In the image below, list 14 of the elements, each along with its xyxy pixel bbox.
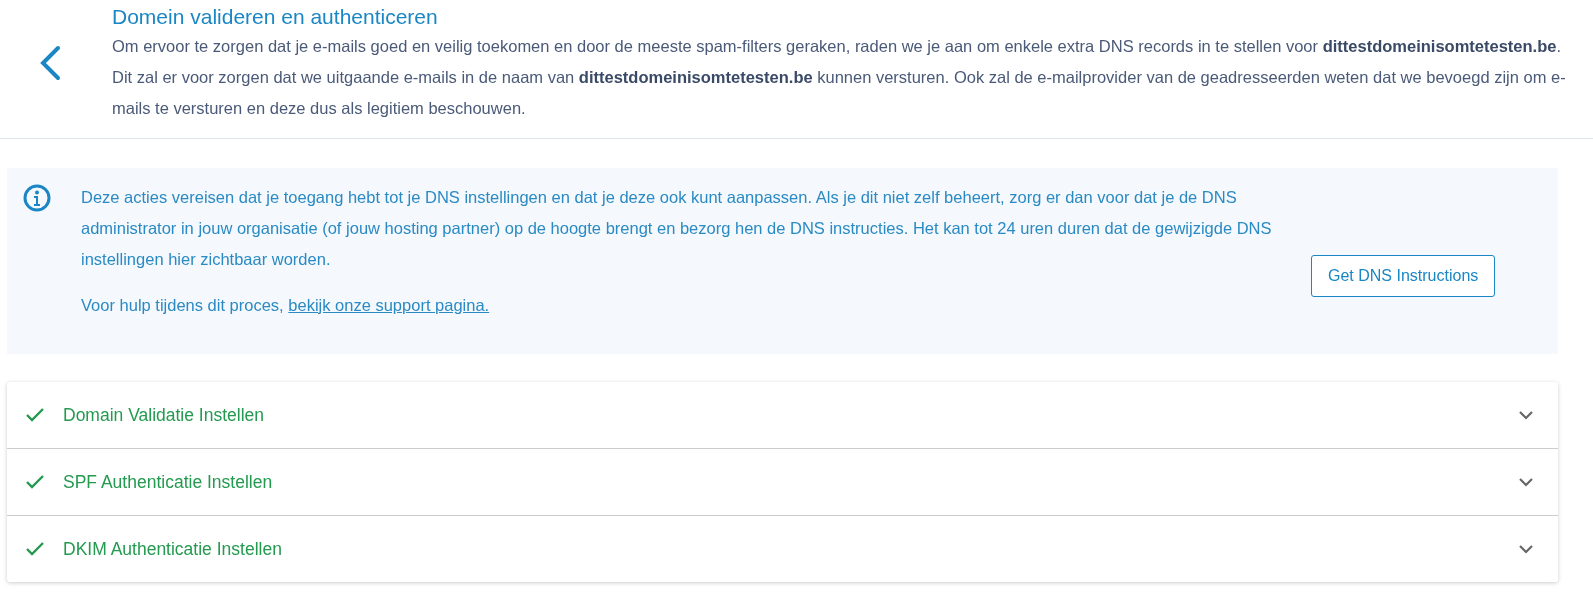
step-label: Domain Validatie Instellen xyxy=(63,404,266,426)
help-text: Voor hulp tijdens dit proces, xyxy=(81,296,284,314)
support-link[interactable]: bekijk onze support pagina. xyxy=(288,296,490,314)
back-chevron-icon xyxy=(39,44,61,81)
page-title: Domein valideren en authenticeren xyxy=(112,4,439,29)
dns-instructions-button[interactable]: Get DNS Instructions xyxy=(1311,255,1496,297)
info-icon xyxy=(23,184,51,212)
page-description: Om ervoor te zorgen dat je e-mails goed en veilig toekomen en door de meeste spam-filters geraken, raden we je aan om enkele extra DNS records in te stellen voor dittestdomeinisomtetesten.be. Dit zal er voor zorgen dat we uitgaande e-mails in de naam van dittestdomeinisomtetesten.be kunnen versturen. Ook zal de e-mailprovider van de geadresseerden weten dat we bevoegd zijn om e-mails te versturen en deze dus als legitiem beschouwen. xyxy=(112,35,1567,119)
step-label: SPF Authenticatie Instellen xyxy=(63,471,274,493)
info-text: Deze acties vereisen dat je toegang hebt tot je DNS instellingen en dat je deze ook kunt aanpassen. Als je dit niet zelf beheert, zorg er dan voor dat je de DNS administrator in jouw organisatie (of jouw hosting partner) op de hoogte brengt en bezorg hen de DNS instructies. Het kan tot 24 uren duren dat de gewijzigde DNS instellingen hier zichtbaar worden. xyxy=(81,187,1273,270)
accordion-item[interactable]: DKIM Authenticatie Instellen xyxy=(7,516,1558,582)
accordion-item[interactable]: Domain Validatie Instellen xyxy=(7,382,1558,449)
step-label: DKIM Authenticatie Instellen xyxy=(63,538,283,560)
accordion-item[interactable]: SPF Authenticatie Instellen xyxy=(7,449,1558,516)
